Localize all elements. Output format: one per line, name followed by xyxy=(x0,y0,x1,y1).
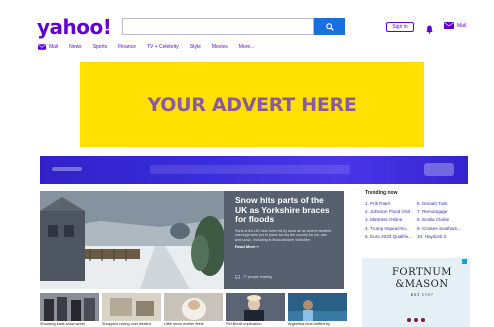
dot xyxy=(414,318,418,322)
envelope-icon xyxy=(444,22,454,29)
dot xyxy=(407,318,411,322)
story-thumb-image xyxy=(288,293,347,321)
story-thumb-image xyxy=(102,293,161,321)
ad-choices-icon[interactable] xyxy=(462,259,467,264)
trending-item[interactable]: 2. Johnson Flood Visit xyxy=(365,209,417,214)
hero-image[interactable] xyxy=(40,191,224,289)
search-icon xyxy=(325,22,334,31)
story-thumb-image xyxy=(40,293,99,321)
notifications-button[interactable] xyxy=(426,21,433,39)
story-caption: Argentina fans baffled by xyxy=(288,322,330,326)
sign-in-button[interactable]: Sign in xyxy=(386,22,414,32)
envelope-icon xyxy=(38,44,46,50)
read-more-link[interactable]: Read More » xyxy=(235,244,333,249)
nav-item-mail[interactable]: Mail xyxy=(38,44,58,50)
story-card[interactable]: PM Brexit implication xyxy=(226,293,285,326)
promo-brand-logo xyxy=(424,163,454,176)
trending-item[interactable]: 9. Cruises Southam... xyxy=(417,226,469,231)
search-input[interactable] xyxy=(122,18,314,35)
story-card[interactable]: Little show worker feels xyxy=(164,293,223,326)
fortnum-mason-logo: FORTNUM &MASON EST 1707 xyxy=(387,267,457,297)
trending-item[interactable]: 3. Mattress Online xyxy=(365,217,417,222)
nav-label: Mail xyxy=(49,44,59,50)
story-caption: PM Brexit implication xyxy=(226,322,262,326)
promo-banner[interactable] xyxy=(40,156,468,184)
story-card[interactable]: Shoppers raving over heated xyxy=(102,293,161,326)
reading-count: 77 people reading xyxy=(235,275,272,279)
story-thumbnails: Shocking stats show worst Shoppers ravin… xyxy=(40,293,347,326)
promo-logo xyxy=(52,167,82,171)
snowy-garden-photo xyxy=(40,191,224,289)
story-card[interactable]: Shocking stats show worst xyxy=(40,293,99,326)
trending-item[interactable]: 8. Emilia Clarke xyxy=(417,217,469,222)
nav-item-finance[interactable]: Finance xyxy=(118,44,136,50)
story-card[interactable]: Argentina fans baffled by xyxy=(288,293,347,326)
advert-banner[interactable]: YOUR ADVERT HERE xyxy=(80,62,424,147)
nav-item-style[interactable]: Style xyxy=(190,44,201,50)
carousel-dots xyxy=(407,318,425,322)
story-thumb-image xyxy=(164,293,223,321)
hero-story-panel[interactable]: Snow hits parts of the UK as Yorkshire b… xyxy=(224,191,344,289)
story-caption: Little show worker feels xyxy=(164,322,204,326)
trending-item[interactable]: 6. Donald Tusk xyxy=(417,201,469,206)
trending-item[interactable]: 4. Trump Impeachm... xyxy=(365,226,417,231)
mail-button[interactable]: Mail xyxy=(444,22,466,29)
side-advert[interactable]: FORTNUM &MASON EST 1707 xyxy=(362,258,470,327)
logo-established: EST 1707 xyxy=(410,292,434,297)
promo-text xyxy=(150,165,350,174)
comment-icon xyxy=(235,275,240,279)
search-button[interactable] xyxy=(314,18,345,35)
trending-list: 1. Priti Patel 6. Donald Tusk 2. Johnson… xyxy=(365,201,470,239)
story-caption: Shocking stats show worst xyxy=(40,322,85,326)
reading-label: 77 people reading xyxy=(243,275,272,279)
trending-item[interactable]: 7. Remortgage xyxy=(417,209,469,214)
logo-line: &MASON xyxy=(395,279,449,290)
bell-icon xyxy=(426,25,433,34)
trending-item[interactable]: 5. Euro 2020 Qualifie... xyxy=(365,234,417,239)
story-thumb-image xyxy=(226,293,285,321)
dot xyxy=(421,318,425,322)
story-caption: Shoppers raving over heated xyxy=(102,322,151,326)
advert-text: YOUR ADVERT HERE xyxy=(147,93,357,116)
logo-line: FORTNUM xyxy=(391,267,453,278)
hero-summary: Parts of the UK have been hit by snow as… xyxy=(235,228,332,243)
yahoo-logo[interactable]: yahoo! xyxy=(37,15,112,39)
nav-item-tv-celebrity[interactable]: TV + Celebrity xyxy=(147,44,179,50)
trending-item[interactable]: 10. Haydock 2 xyxy=(417,234,469,239)
main-nav: Mail News Sports Finance TV + Celebrity … xyxy=(38,43,265,51)
mail-label: Mail xyxy=(457,22,467,29)
nav-item-more[interactable]: More... xyxy=(239,44,255,50)
trending-item[interactable]: 1. Priti Patel xyxy=(365,201,417,206)
nav-item-movies[interactable]: Movies xyxy=(212,44,228,50)
nav-item-news[interactable]: News xyxy=(69,44,82,50)
nav-item-sports[interactable]: Sports xyxy=(93,44,107,50)
trending-heading: Trending now xyxy=(365,190,398,196)
hero-headline[interactable]: Snow hits parts of the UK as Yorkshire b… xyxy=(235,195,333,225)
